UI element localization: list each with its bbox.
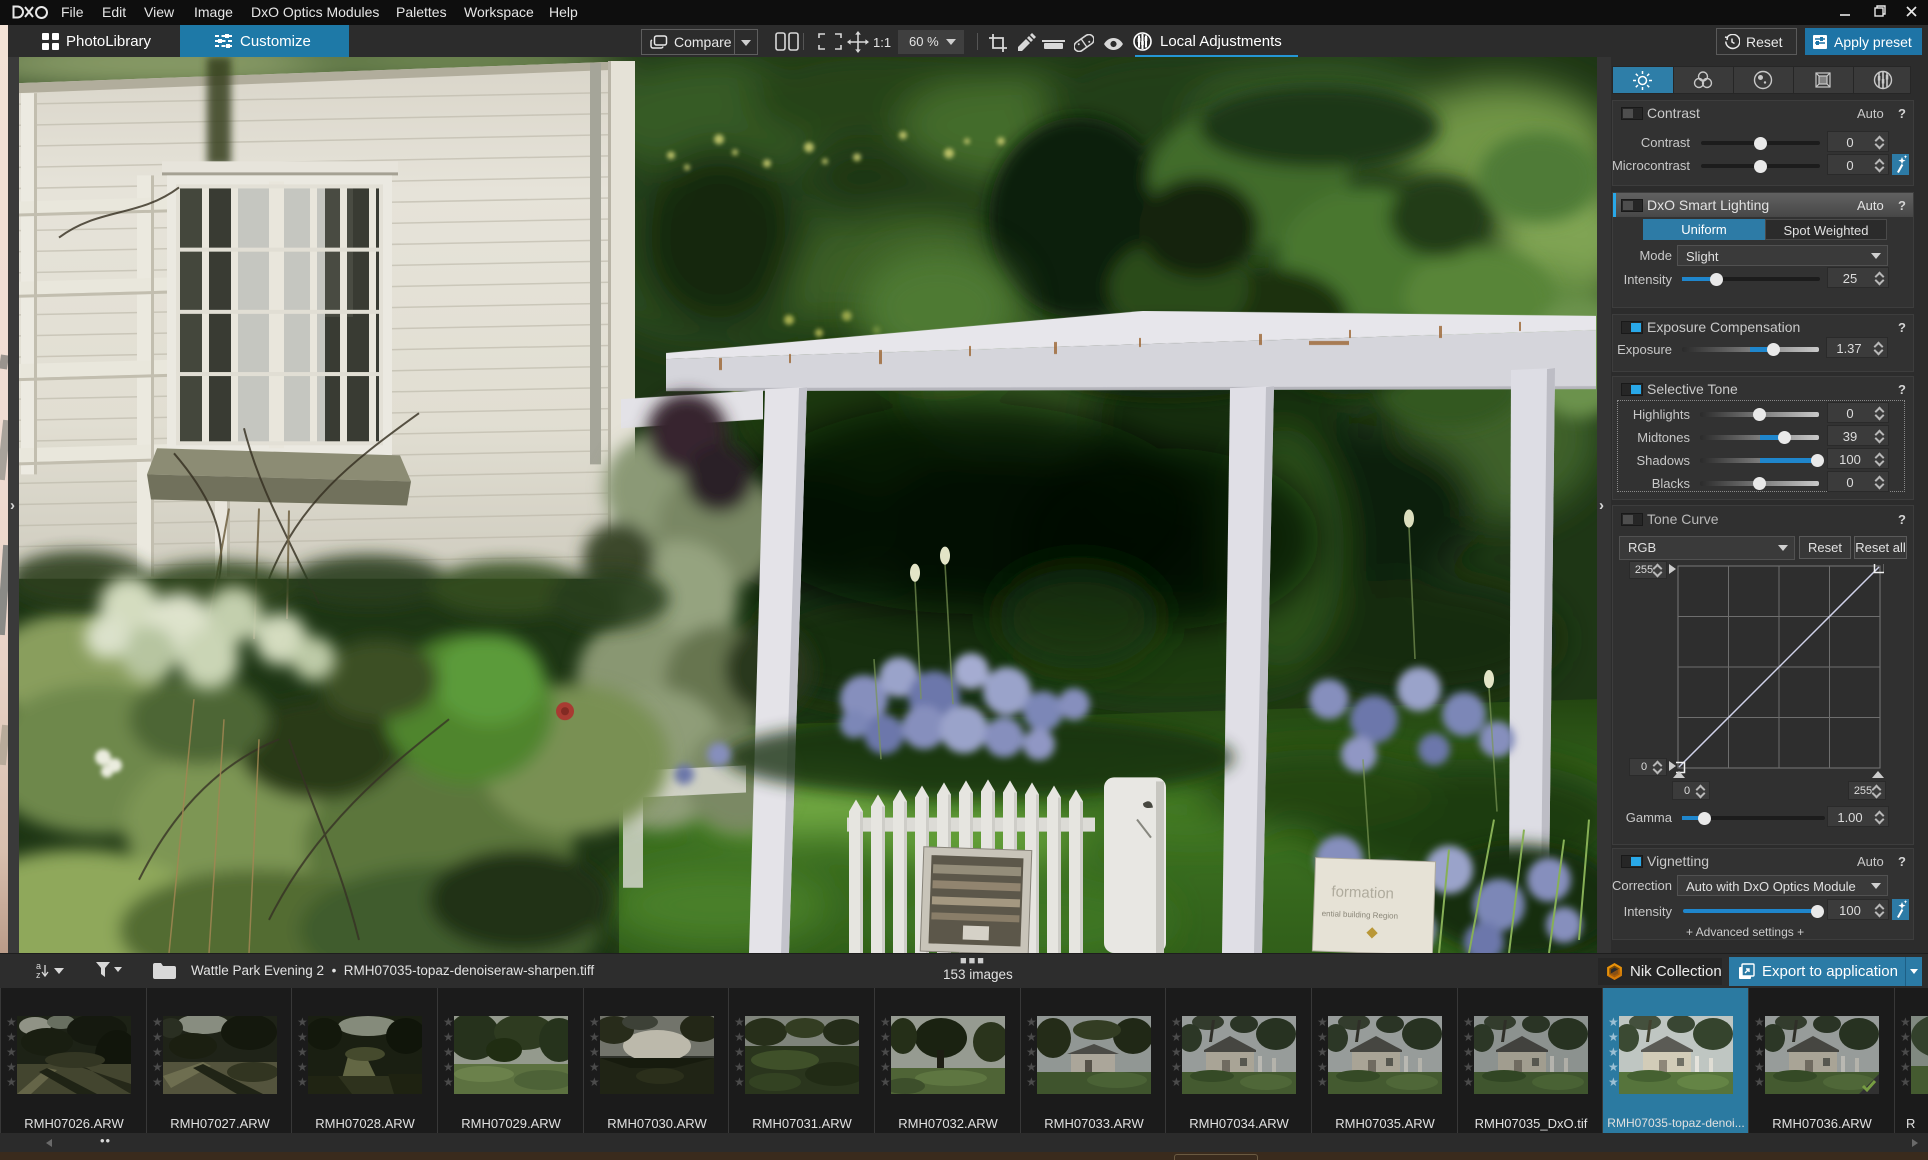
svg-text:formation: formation bbox=[1331, 883, 1394, 902]
svg-text:z: z bbox=[36, 970, 41, 980]
